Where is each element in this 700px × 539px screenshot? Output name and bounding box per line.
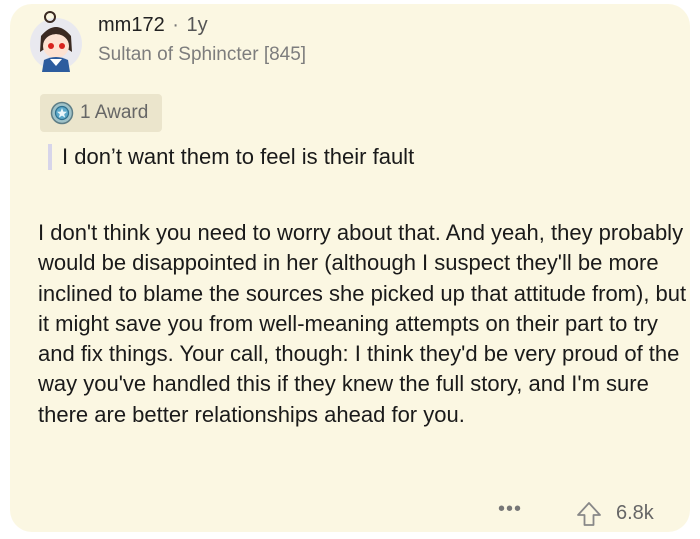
quoted-text: I don’t want them to feel is their fault bbox=[48, 144, 414, 170]
upvote-arrow-icon[interactable] bbox=[576, 501, 602, 527]
comment-age: 1y bbox=[186, 14, 208, 36]
award-badge[interactable]: 1 Award bbox=[40, 94, 163, 132]
quote-text: I don’t want them to feel is their fault bbox=[62, 144, 415, 169]
more-options-icon[interactable]: ••• bbox=[498, 498, 522, 521]
user-flair: Sultan of Sphincter [845] bbox=[98, 44, 307, 65]
avatar-icon[interactable] bbox=[28, 10, 84, 72]
award-count: 1 Award bbox=[80, 102, 149, 123]
comment-header: mm172 · 1y bbox=[98, 14, 208, 37]
username-link[interactable]: mm172 bbox=[98, 14, 165, 36]
separator-dot: · bbox=[172, 14, 179, 36]
comment-card: mm172 · 1y Sultan of Sphincter [845] 1 A… bbox=[10, 4, 690, 532]
comment-body: I don't think you need to worry about th… bbox=[38, 220, 687, 427]
vote-score: 6.8k bbox=[616, 502, 654, 524]
award-icon bbox=[50, 101, 74, 125]
